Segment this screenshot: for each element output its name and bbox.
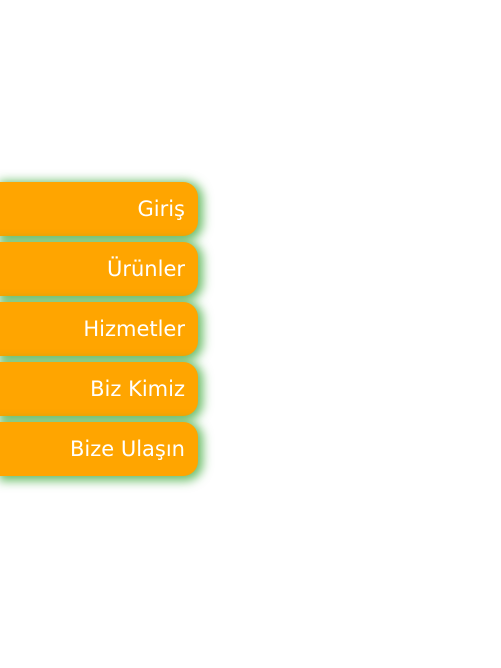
menu-item-products[interactable]: Ürünler <box>0 242 198 296</box>
menu-item-label: Hizmetler <box>83 317 185 341</box>
menu-item-label: Ürünler <box>106 257 185 281</box>
menu-item-label: Giriş <box>137 197 185 221</box>
menu-item-label: Bize Ulaşın <box>69 437 185 461</box>
menu-item-contact[interactable]: Bize Ulaşın <box>0 422 198 476</box>
side-menu: Giriş Ürünler Hizmetler Biz Kimiz Bize U… <box>0 182 198 476</box>
menu-item-services[interactable]: Hizmetler <box>0 302 198 356</box>
menu-item-label: Biz Kimiz <box>90 377 185 401</box>
menu-item-home[interactable]: Giriş <box>0 182 198 236</box>
menu-item-about[interactable]: Biz Kimiz <box>0 362 198 416</box>
